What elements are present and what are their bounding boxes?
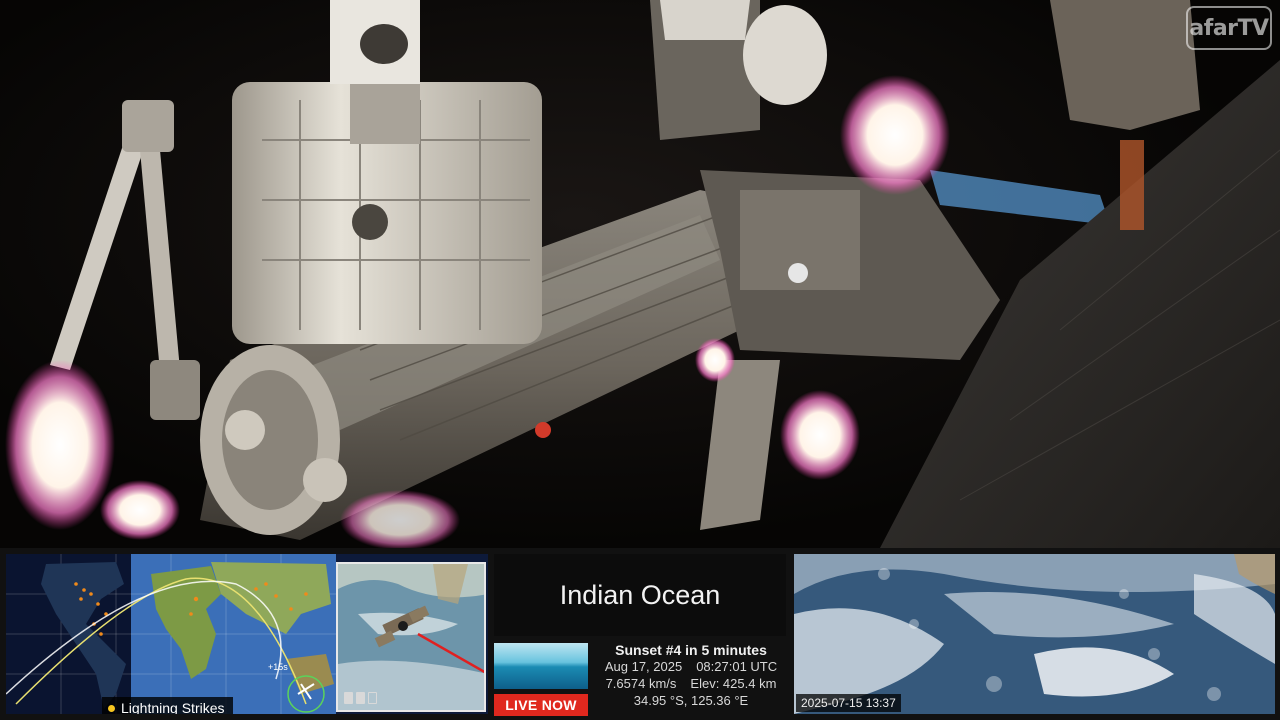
earth-cloud-image (794, 554, 1275, 714)
coordinates: 34.95 °S, 125.36 °E (633, 693, 749, 708)
ocean-thumbnail (494, 643, 588, 689)
speed-elevation-row: 7.6574 km/s Elev: 425.4 km (596, 675, 786, 692)
iss-camera-feed: afarTV (0, 0, 1280, 548)
ground-track-map[interactable]: +15s Lightning Strikes (6, 554, 488, 714)
lightning-legend: Lightning Strikes (102, 697, 233, 714)
live-now-badge[interactable]: LIVE NOW (494, 694, 588, 716)
coords-row: 34.95 °S, 125.36 °E (596, 692, 786, 709)
inset-toggle-2[interactable] (356, 692, 365, 704)
telemetry-panel: +15s Lightning Strikes Indian Ocean LIVE… (0, 548, 1280, 720)
sun-glare (840, 75, 950, 195)
inset-controls[interactable] (344, 692, 377, 704)
channel-watermark: afarTV (1186, 6, 1272, 50)
earth-camera-view: 2025-07-15 13:37 (794, 554, 1275, 714)
datetime-row: Aug 17, 2025 08:27:01 UTC (596, 658, 786, 675)
telemetry-stats: Sunset #4 in 5 minutes Aug 17, 2025 08:2… (596, 641, 786, 715)
orbital-speed: 7.6574 km/s (605, 676, 677, 691)
utc-time: 08:27:01 UTC (696, 659, 778, 674)
image-timestamp: 2025-07-15 13:37 (796, 694, 901, 712)
legend-label: Lightning Strikes (121, 700, 225, 714)
inset-toggle-1[interactable] (344, 692, 353, 704)
lightning-dot-icon (108, 704, 115, 712)
sunset-countdown: Sunset #4 in 5 minutes (615, 642, 767, 658)
elevation: Elev: 425.4 km (690, 676, 777, 691)
flag-marking (535, 422, 551, 438)
inset-toggle-3[interactable] (368, 692, 377, 704)
orbit-time-label: +15s (268, 662, 288, 672)
zoomed-satellite-map (338, 564, 484, 710)
iss-zoom-inset (336, 562, 486, 712)
current-region-panel: Indian Ocean (494, 554, 786, 636)
date: Aug 17, 2025 (604, 659, 683, 674)
lower-arm (700, 360, 780, 530)
earth-limb-glow (930, 170, 1110, 225)
external-camera-mount (1050, 0, 1200, 130)
iss-exterior-view (5, 0, 1280, 548)
region-name: Indian Ocean (559, 579, 721, 610)
